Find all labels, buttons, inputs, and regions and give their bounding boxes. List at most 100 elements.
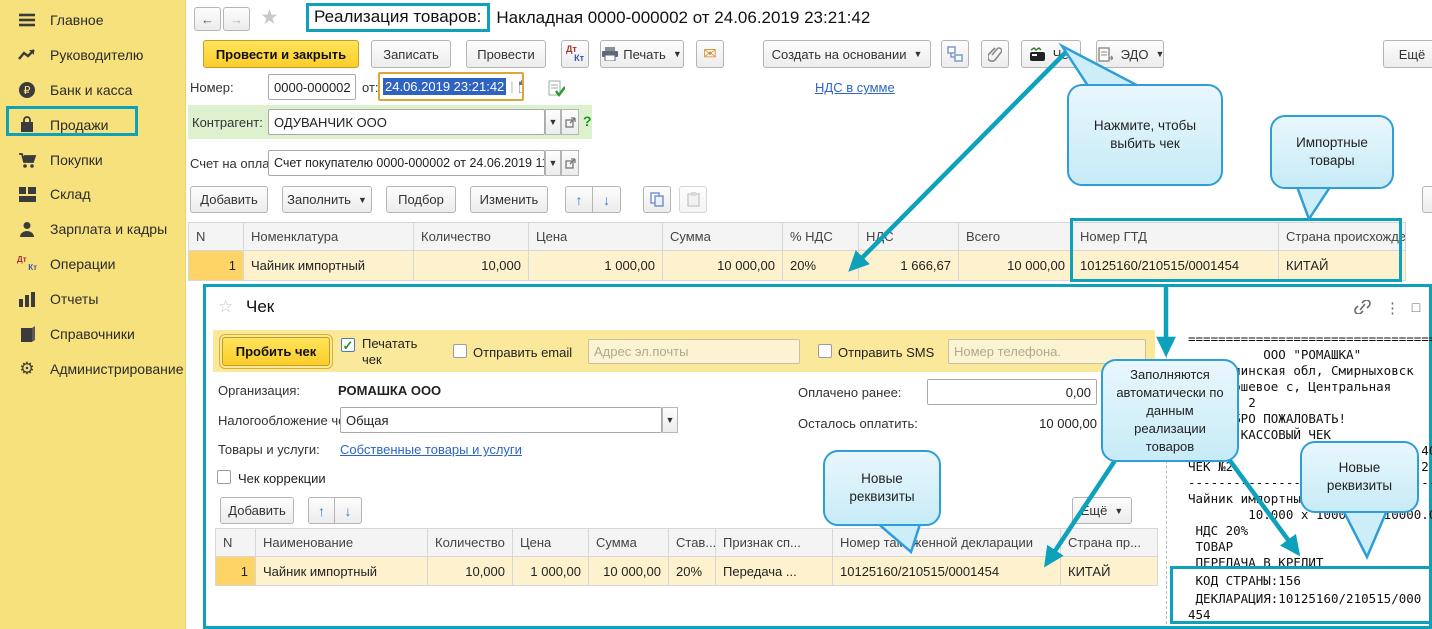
post-and-close-button[interactable]: Провести и закрыть <box>203 40 359 68</box>
dialog-link-icon[interactable] <box>1352 300 1372 317</box>
column-header[interactable]: НДС <box>859 223 959 251</box>
vat-in-total-link[interactable]: НДС в сумме <box>815 80 895 95</box>
mail-button[interactable]: ✉ <box>696 40 724 68</box>
cell-country[interactable]: КИТАЙ <box>1061 557 1158 586</box>
column-header[interactable]: Страна происхождения <box>1279 223 1406 251</box>
cell-quantity[interactable]: 10,000 <box>428 557 513 586</box>
cell-customs-declaration[interactable]: 10125160/210515/0001454 <box>833 557 1061 586</box>
sidebar-item-administration[interactable]: ⚙ Администрирование <box>0 354 185 384</box>
cell-vat-rate[interactable]: 20% <box>783 251 859 281</box>
sidebar-item-operations[interactable]: ДтКт Операции <box>0 249 185 279</box>
create-based-on-button[interactable]: Создать на основании▼ <box>763 40 931 68</box>
window-more-button[interactable]: Ещё <box>1383 40 1432 68</box>
punch-check-button[interactable]: Пробить чек <box>222 337 330 366</box>
correction-check-checkbox[interactable] <box>217 470 231 484</box>
column-header[interactable]: Всего <box>959 223 1073 251</box>
dialog-menu-icon[interactable]: ⋮ <box>1385 299 1399 317</box>
column-header[interactable]: Наименование <box>256 529 428 557</box>
column-header[interactable]: N <box>189 223 244 251</box>
column-header[interactable]: Став... <box>669 529 716 557</box>
cell-line-number[interactable]: 1 <box>216 557 256 586</box>
print-check-checkbox[interactable]: ✓ <box>341 338 355 352</box>
nav-forward-button[interactable]: → <box>223 7 250 31</box>
favorite-star-icon[interactable]: ★ <box>260 5 279 30</box>
counterparty-help-mark[interactable]: ? <box>583 113 592 129</box>
date-field[interactable]: 24.06.2019 23:21:42 | <box>378 72 524 101</box>
items-add-button[interactable]: Добавить <box>190 186 268 213</box>
column-header[interactable]: Признак сп... <box>716 529 833 557</box>
items-copy-button[interactable] <box>643 186 671 213</box>
save-button[interactable]: Записать <box>371 40 451 68</box>
attachments-button[interactable] <box>981 40 1009 68</box>
cell-country[interactable]: КИТАЙ <box>1279 251 1406 281</box>
counterparty-dropdown-button[interactable]: ▼ <box>545 109 561 135</box>
dialog-add-button[interactable]: Добавить <box>220 497 294 524</box>
sidebar-item-main[interactable]: Главное <box>0 5 185 35</box>
cell-payment-attribute[interactable]: Передача ... <box>716 557 833 586</box>
send-sms-checkbox[interactable] <box>818 344 832 358</box>
tax-system-field[interactable]: Общая <box>340 407 662 433</box>
cell-gtd-number[interactable]: 10125160/210515/0001454 <box>1073 251 1279 281</box>
post-button[interactable]: Провести <box>466 40 546 68</box>
items-move-down-button[interactable]: ↓ <box>593 186 621 213</box>
column-header[interactable]: % НДС <box>783 223 859 251</box>
cell-nomenclature[interactable]: Чайник импортный <box>244 251 414 281</box>
cell-vat[interactable]: 1 666,67 <box>859 251 959 281</box>
dialog-favorite-star-icon[interactable]: ☆ <box>218 297 233 317</box>
column-header[interactable]: Сумма <box>589 529 669 557</box>
sidebar-item-directories[interactable]: Справочники <box>0 319 185 349</box>
items-pick-button[interactable]: Подбор <box>386 186 456 213</box>
column-header[interactable]: Сумма <box>663 223 783 251</box>
column-header[interactable]: Номер таможенной декларации <box>833 529 1061 557</box>
print-button[interactable]: Печать▼ <box>600 40 684 68</box>
check-button[interactable]: Чек <box>1021 40 1081 68</box>
column-header[interactable]: Страна пр... <box>1061 529 1158 557</box>
column-header[interactable]: Номер ГТД <box>1073 223 1279 251</box>
send-email-checkbox[interactable] <box>453 344 467 358</box>
counterparty-open-button[interactable] <box>561 109 579 135</box>
edo-button[interactable]: ЭДО▼ <box>1096 40 1164 68</box>
cell-sum[interactable]: 10 000,00 <box>663 251 783 281</box>
dialog-move-up-button[interactable]: ↑ <box>308 497 335 524</box>
sidebar-item-bank[interactable]: ₽ Банк и касса <box>0 75 185 105</box>
dialog-more-button[interactable]: Ещё▼ <box>1072 497 1132 524</box>
calendar-icon[interactable] <box>516 77 524 97</box>
sidebar-item-warehouse[interactable]: Склад <box>0 179 185 209</box>
sidebar-item-manager[interactable]: Руководителю <box>0 40 185 70</box>
cell-sum[interactable]: 10 000,00 <box>589 557 669 586</box>
cell-line-number[interactable]: 1 <box>189 251 244 281</box>
items-table[interactable]: N Номенклатура Количество Цена Сумма % Н… <box>188 222 1406 281</box>
dtkt-button[interactable]: Дт Кт <box>561 40 589 68</box>
table-row[interactable]: 1 Чайник импортный 10,000 1 000,00 10 00… <box>216 557 1158 586</box>
invoice-field[interactable]: Счет покупателю 0000-000002 от 24.06.201… <box>268 150 545 176</box>
column-header[interactable]: Количество <box>428 529 513 557</box>
dialog-maximize-icon[interactable]: □ <box>1408 299 1424 315</box>
invoice-dropdown-button[interactable]: ▼ <box>545 150 561 176</box>
column-header[interactable]: Цена <box>529 223 663 251</box>
document-check-icon[interactable] <box>546 78 566 98</box>
sidebar-item-sales[interactable]: Продажи <box>0 110 185 140</box>
column-header[interactable]: Количество <box>414 223 529 251</box>
invoice-open-button[interactable] <box>561 150 579 176</box>
sidebar-item-purchases[interactable]: Покупки <box>0 145 185 175</box>
counterparty-field[interactable]: ОДУВАНЧИК ООО <box>268 109 545 135</box>
cell-vat-rate[interactable]: 20% <box>669 557 716 586</box>
email-input[interactable]: Адрес эл.почты <box>588 339 800 364</box>
cell-price[interactable]: 1 000,00 <box>513 557 589 586</box>
dialog-items-table[interactable]: N Наименование Количество Цена Сумма Ста… <box>215 528 1158 586</box>
tax-system-dropdown-button[interactable]: ▼ <box>662 407 678 433</box>
sidebar-item-reports[interactable]: Отчеты <box>0 284 185 314</box>
number-field[interactable]: 0000-000002 <box>268 74 356 100</box>
column-header[interactable]: Номенклатура <box>244 223 414 251</box>
items-move-up-button[interactable]: ↑ <box>565 186 593 213</box>
items-fill-button[interactable]: Заполнить▼ <box>282 186 372 213</box>
paid-earlier-field[interactable]: 0,00 <box>927 379 1097 405</box>
column-header[interactable]: Цена <box>513 529 589 557</box>
nav-back-button[interactable]: ← <box>194 7 221 31</box>
cell-name[interactable]: Чайник импортный <box>256 557 428 586</box>
structure-button[interactable] <box>941 40 969 68</box>
cell-total[interactable]: 10 000,00 <box>959 251 1073 281</box>
dialog-move-down-button[interactable]: ↓ <box>335 497 362 524</box>
column-header[interactable]: N <box>216 529 256 557</box>
sidebar-item-salary[interactable]: Зарплата и кадры <box>0 214 185 244</box>
